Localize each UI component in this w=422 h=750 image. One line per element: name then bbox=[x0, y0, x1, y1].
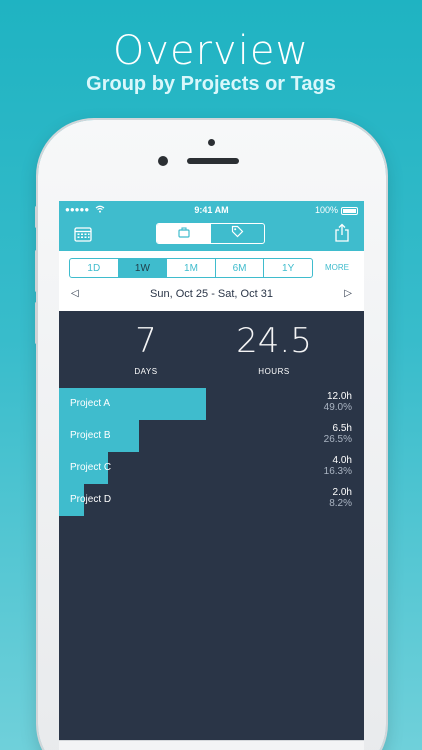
project-stats: 4.0h 16.3% bbox=[324, 455, 352, 477]
status-bar: ●●●●● 9:41 AM 100% bbox=[59, 205, 364, 219]
project-name: Project C bbox=[70, 462, 112, 473]
more-button[interactable]: MORE bbox=[325, 263, 349, 272]
phone-volume-down-button bbox=[35, 302, 38, 344]
segment-projects[interactable] bbox=[157, 224, 211, 243]
group-by-segmented-control bbox=[156, 223, 265, 244]
hours-label: HOURS bbox=[258, 367, 290, 376]
project-hours: 12.0h bbox=[326, 391, 352, 402]
range-controls: 1D 1W 1M 6M 1Y MORE ◁ Sun, Oct 25 - Sat,… bbox=[59, 251, 364, 311]
share-icon[interactable] bbox=[334, 223, 350, 243]
project-stats: 6.5h 26.5% bbox=[324, 423, 352, 445]
tab-1d[interactable]: 1D bbox=[70, 259, 119, 277]
date-navigator: ◁ Sun, Oct 25 - Sat, Oct 31 ▷ bbox=[59, 286, 364, 304]
days-stat: 7 DAYS bbox=[111, 321, 181, 376]
hero-subtitle: Group by Projects or Tags bbox=[86, 73, 336, 95]
project-percent: 49.0% bbox=[323, 402, 352, 413]
project-name: Project B bbox=[70, 430, 111, 441]
project-stats: 12.0h 49.0% bbox=[324, 391, 352, 413]
app-screen: ●●●●● 9:41 AM 100% 1D 1W 1M 6M 1Y MORE ◁… bbox=[59, 201, 364, 750]
project-percent: 16.3% bbox=[323, 466, 352, 477]
phone-side-button bbox=[35, 206, 38, 228]
battery-icon bbox=[341, 207, 358, 215]
app-header: ●●●●● 9:41 AM 100% bbox=[59, 201, 364, 251]
date-range-label: Sun, Oct 25 - Sat, Oct 31 bbox=[150, 288, 273, 300]
project-name: Project A bbox=[70, 398, 111, 409]
segment-tags[interactable] bbox=[211, 224, 265, 243]
phone-frame: ●●●●● 9:41 AM 100% 1D 1W 1M 6M 1Y MORE ◁… bbox=[35, 120, 386, 750]
tab-1y[interactable]: 1Y bbox=[264, 259, 312, 277]
tab-6m[interactable]: 6M bbox=[216, 259, 265, 277]
project-percent: 26.5% bbox=[323, 434, 352, 445]
hours-stat: 24.5 HOURS bbox=[229, 321, 319, 376]
briefcase-icon bbox=[178, 225, 190, 243]
tab-1w[interactable]: 1W bbox=[118, 259, 168, 277]
project-name: Project D bbox=[70, 494, 112, 505]
days-label: DAYS bbox=[134, 367, 158, 376]
bottom-tab-bar bbox=[59, 740, 364, 750]
next-period-button[interactable]: ▷ bbox=[344, 288, 352, 299]
calendar-icon[interactable] bbox=[74, 226, 92, 242]
phone-camera bbox=[158, 156, 168, 166]
phone-sensor bbox=[208, 139, 215, 146]
days-value: 7 bbox=[135, 321, 157, 361]
phone-speaker bbox=[187, 158, 239, 164]
phone-volume-up-button bbox=[35, 250, 38, 292]
project-hours: 6.5h bbox=[332, 423, 352, 434]
time-range-tabs: 1D 1W 1M 6M 1Y bbox=[69, 258, 313, 278]
project-hours: 4.0h bbox=[332, 455, 352, 466]
battery-percent: 100% bbox=[314, 205, 338, 215]
project-percent: 8.2% bbox=[329, 498, 352, 509]
hero-title: Overview bbox=[112, 28, 310, 74]
project-stats: 2.0h 8.2% bbox=[329, 487, 352, 509]
tag-icon bbox=[231, 225, 244, 243]
hours-value: 24.5 bbox=[236, 321, 312, 361]
tab-1m[interactable]: 1M bbox=[167, 259, 216, 277]
project-hours: 2.0h bbox=[332, 487, 352, 498]
